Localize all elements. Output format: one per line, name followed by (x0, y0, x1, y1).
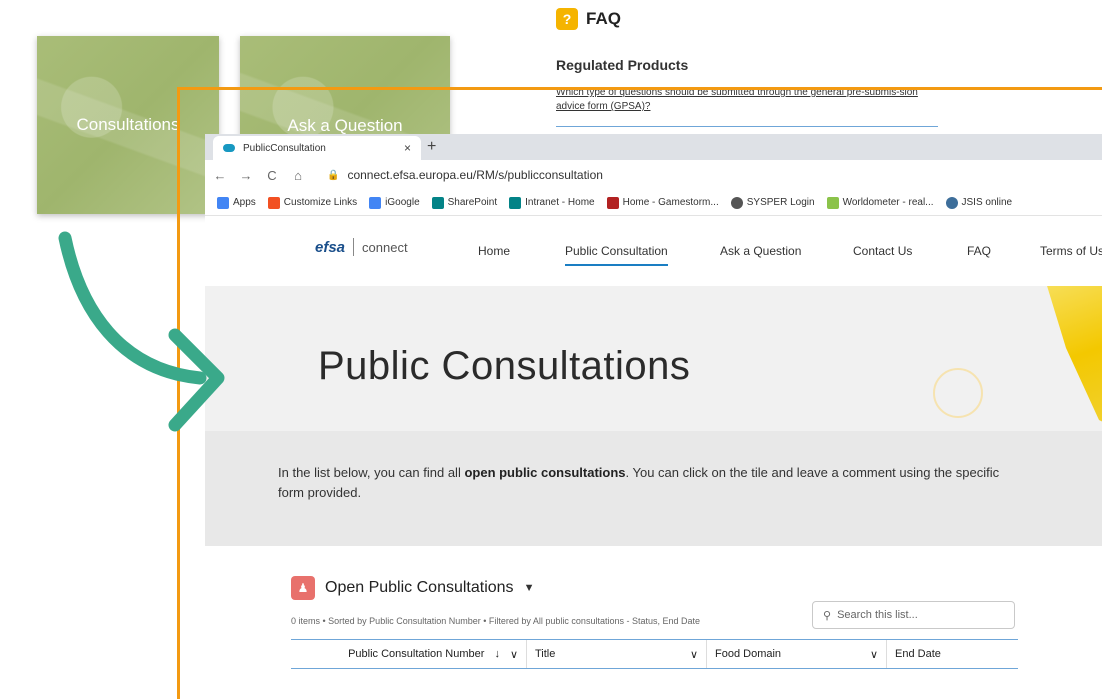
intro-text-pre: In the list below, you can find all (278, 465, 465, 480)
faq-title: FAQ (586, 9, 621, 28)
google-icon (369, 196, 382, 209)
faq-header: ? FAQ (556, 8, 621, 30)
column-label: Title (535, 648, 556, 660)
nav-faq[interactable]: FAQ (967, 244, 991, 258)
back-arrow-icon[interactable]: ← (209, 168, 231, 183)
consultations-tile-label: Consultations (76, 115, 180, 134)
bookmark-customize-links[interactable]: Customize Links (267, 196, 358, 209)
column-header-title[interactable]: Title ∨ (527, 640, 707, 668)
decorative-circle (933, 368, 983, 418)
faq-divider (556, 126, 938, 127)
bookmark-sharepoint[interactable]: SharePoint (431, 196, 498, 209)
search-input[interactable]: ⚲ Search this list... (812, 601, 1015, 629)
nav-home[interactable]: Home (478, 244, 510, 258)
intro-text: In the list below, you can find all open… (205, 431, 1102, 546)
chevron-down-icon[interactable]: ∨ (690, 648, 698, 661)
ask-question-tile-label: Ask a Question (287, 116, 403, 135)
curved-arrow-icon (58, 231, 225, 432)
list-meta: 0 items • Sorted by Public Consultation … (291, 616, 700, 626)
faq-section-title: Regulated Products (556, 57, 689, 73)
search-placeholder: Search this list... (837, 609, 918, 621)
faq-question-link[interactable]: Which type of questions should be submit… (556, 86, 946, 114)
globe-icon (945, 196, 958, 209)
bookmarks-bar: Apps Customize Links iGoogle SharePoint … (205, 190, 1102, 216)
gamestorm-icon (606, 196, 619, 209)
home-icon[interactable]: ⌂ (287, 168, 309, 183)
close-tab-icon[interactable]: × (404, 141, 411, 155)
column-header-food-domain[interactable]: Food Domain ∨ (707, 640, 887, 668)
nav-terms[interactable]: Terms of Us (1040, 244, 1102, 258)
bookmark-label: Home - Gamestorm... (622, 197, 719, 208)
lock-icon[interactable]: 🔒 (327, 170, 339, 181)
tab-title: PublicConsultation (243, 142, 326, 154)
chevron-down-icon[interactable]: ▼ (524, 582, 535, 594)
browser-tab[interactable]: PublicConsultation × (213, 136, 421, 160)
decorative-yellow-shape (1044, 286, 1102, 431)
worldometer-icon (826, 196, 839, 209)
efsa-connect-logo[interactable]: efsa connect (315, 238, 408, 256)
column-header-number[interactable]: Public Consultation Number ↓ ∨ (291, 640, 527, 668)
chevron-down-icon[interactable]: ∨ (870, 648, 878, 661)
list-view-title[interactable]: Open Public Consultations (325, 579, 514, 597)
globe-icon (730, 196, 743, 209)
search-icon: ⚲ (823, 609, 832, 622)
bookmark-label: Worldometer - real... (842, 197, 934, 208)
bookmark-intranet[interactable]: Intranet - Home (509, 196, 595, 209)
logo-product: connect (362, 239, 408, 255)
forward-arrow-icon[interactable]: → (235, 168, 257, 183)
bookmark-gamestorm[interactable]: Home - Gamestorm... (606, 196, 719, 209)
bookmark-label: Apps (233, 197, 256, 208)
table-header: Public Consultation Number ↓ ∨ Title ∨ F… (291, 639, 1018, 669)
apps-grid-icon (217, 196, 229, 209)
nav-contact-us[interactable]: Contact Us (853, 244, 912, 258)
bookmark-label: SharePoint (447, 197, 498, 208)
chevron-down-icon[interactable]: ∨ (510, 648, 518, 661)
url-input[interactable]: connect.efsa.europa.eu/RM/s/publicconsul… (347, 168, 603, 182)
bookmark-apps[interactable]: Apps (217, 196, 256, 209)
site-navigation: efsa connect Home Public Consultation As… (205, 216, 1102, 286)
address-bar: ← → C ⌂ 🔒 connect.efsa.europa.eu/RM/s/pu… (205, 160, 1102, 190)
question-icon: ? (556, 8, 578, 30)
list-view-header: ♟ Open Public Consultations ▼ (291, 576, 534, 600)
bookmark-label: iGoogle (385, 197, 420, 208)
nav-ask-question[interactable]: Ask a Question (720, 244, 801, 258)
salesforce-cloud-icon (223, 144, 235, 152)
column-label: Public Consultation Number (348, 648, 485, 660)
sharepoint-icon (509, 196, 522, 209)
column-header-end-date[interactable]: End Date (887, 640, 1018, 668)
logo-brand: efsa (315, 238, 346, 256)
bookmark-worldometer[interactable]: Worldometer - real... (826, 196, 934, 209)
reload-icon[interactable]: C (261, 168, 283, 183)
logo-divider (353, 238, 355, 256)
sort-arrow-icon[interactable]: ↓ (494, 648, 500, 660)
browser-screenshot: PublicConsultation × + ← → C ⌂ 🔒 connect… (205, 134, 1102, 699)
hero-banner: Public Consultations (205, 286, 1102, 431)
sharepoint-icon (431, 196, 444, 209)
new-tab-button[interactable]: + (427, 138, 436, 156)
bookmark-label: Intranet - Home (525, 197, 595, 208)
bookmark-label: Customize Links (283, 197, 358, 208)
tab-bar: PublicConsultation × + (205, 134, 1102, 160)
column-label: End Date (895, 648, 941, 660)
bookmark-label: SYSPER Login (746, 197, 815, 208)
bookmark-jsis[interactable]: JSIS online (945, 196, 1013, 209)
highlight-frame-top (177, 87, 1102, 90)
intro-text-bold: open public consultations (464, 465, 626, 480)
column-label: Food Domain (715, 648, 782, 660)
consultations-tile[interactable]: Consultations (37, 36, 219, 214)
consultation-list-icon: ♟ (291, 576, 315, 600)
bookmark-label: JSIS online (961, 197, 1013, 208)
bookmark-sysper[interactable]: SYSPER Login (730, 196, 815, 209)
windows-icon (267, 196, 280, 209)
nav-public-consultation[interactable]: Public Consultation (565, 244, 668, 266)
page-title: Public Consultations (318, 344, 691, 388)
bookmark-igoogle[interactable]: iGoogle (369, 196, 420, 209)
